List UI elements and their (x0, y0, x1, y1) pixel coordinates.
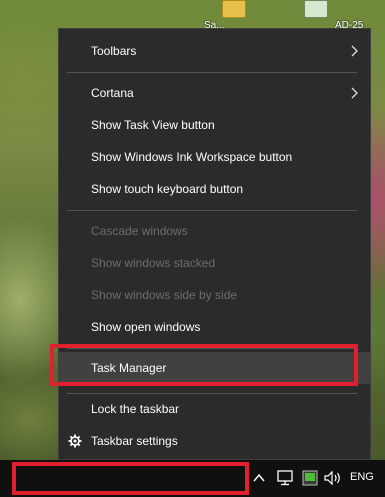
task-manager-highlight-box (50, 344, 358, 386)
menu-item-show-touch-keyboard[interactable]: Show touch keyboard button (59, 173, 370, 205)
menu-item-label: Cascade windows (91, 224, 188, 238)
taskbar-context-menu: Toolbars Cortana Show Task View button S… (58, 28, 371, 460)
menu-item-label: Toolbars (91, 44, 137, 58)
menu-item-label: Cortana (91, 86, 134, 100)
menu-item-label: Show windows stacked (91, 256, 216, 270)
tray-chevron-up-icon[interactable] (253, 470, 265, 486)
menu-item-show-ink-workspace[interactable]: Show Windows Ink Workspace button (59, 141, 370, 173)
menu-item-cortana[interactable]: Cortana (59, 77, 370, 109)
chevron-right-icon (351, 45, 358, 57)
menu-separator (67, 72, 357, 73)
menu-item-label: Show touch keyboard button (91, 182, 244, 196)
menu-item-label: Show open windows (91, 320, 201, 334)
menu-item-label: Show Windows Ink Workspace button (91, 150, 293, 164)
menu-item-show-open-windows[interactable]: Show open windows (59, 311, 370, 343)
taskbar[interactable]: ENG (0, 460, 385, 497)
gear-icon (68, 434, 82, 448)
menu-item-windows-stacked: Show windows stacked (59, 247, 370, 279)
document-desktop-icon[interactable] (304, 0, 328, 18)
menu-item-label: Show windows side by side (91, 288, 238, 302)
menu-item-windows-side-by-side: Show windows side by side (59, 279, 370, 311)
chevron-right-icon (351, 87, 358, 99)
menu-item-taskbar-settings[interactable]: Taskbar settings (59, 425, 370, 457)
menu-item-label: Lock the taskbar (91, 402, 180, 416)
menu-item-toolbars[interactable]: Toolbars (59, 35, 370, 67)
folder-desktop-icon[interactable] (222, 0, 246, 18)
app-tray-icon[interactable] (302, 470, 318, 486)
menu-item-cascade-windows: Cascade windows (59, 215, 370, 247)
language-indicator[interactable]: ENG (350, 471, 374, 483)
menu-item-label: Show Task View button (91, 118, 215, 132)
menu-item-lock-taskbar[interactable]: Lock the taskbar (59, 393, 370, 425)
volume-icon[interactable] (323, 470, 343, 486)
taskbar-highlight-box (12, 462, 249, 495)
menu-separator (67, 210, 357, 211)
network-icon[interactable] (276, 470, 294, 486)
menu-item-show-task-view[interactable]: Show Task View button (59, 109, 370, 141)
menu-item-label: Taskbar settings (91, 434, 178, 448)
